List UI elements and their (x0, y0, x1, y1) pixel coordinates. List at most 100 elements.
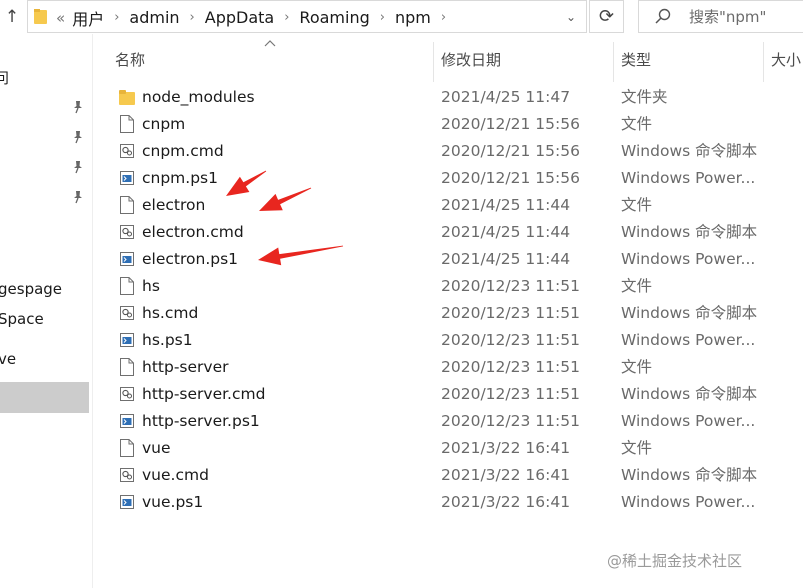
file-row[interactable]: vue 2021/3/22 16:41 文件 (92, 435, 803, 462)
refresh-button[interactable]: ⟳ (589, 0, 624, 33)
file-name[interactable]: http-server (142, 354, 228, 381)
pin-icon[interactable] (71, 190, 85, 204)
file-row[interactable]: hs 2020/12/23 11:51 文件 (92, 273, 803, 300)
powershell-script-icon (119, 330, 135, 350)
file-date: 2020/12/23 11:51 (441, 385, 580, 403)
file-type: Windows 命令脚本 (621, 385, 758, 403)
file-date: 2021/4/25 11:44 (441, 196, 571, 214)
file-date: 2021/4/25 11:44 (441, 250, 571, 268)
column-divider[interactable] (613, 42, 614, 82)
address-bar[interactable]: « 用户 › admin › AppData › Roaming › npm ›… (27, 0, 587, 33)
file-type: Windows Power... (621, 250, 756, 268)
file-row[interactable]: cnpm.ps1 2020/12/21 15:56 Windows Power... (92, 165, 803, 192)
breadcrumb-item-roaming[interactable]: Roaming (299, 8, 369, 27)
pin-icon[interactable] (71, 130, 85, 144)
file-date: 2021/3/22 16:41 (441, 466, 571, 484)
file-name[interactable]: vue.cmd (142, 462, 209, 489)
search-placeholder: 搜索"npm" (689, 8, 767, 26)
pin-icon[interactable] (71, 100, 85, 114)
file-row[interactable]: cnpm.cmd 2020/12/21 15:56 Windows 命令脚本 (92, 138, 803, 165)
file-row[interactable]: vue.cmd 2021/3/22 16:41 Windows 命令脚本 (92, 462, 803, 489)
file-name[interactable]: http-server.cmd (142, 381, 265, 408)
file-date: 2021/3/22 16:41 (441, 493, 571, 511)
file-name[interactable]: vue.ps1 (142, 489, 203, 516)
breadcrumb-separator[interactable]: › (380, 10, 385, 25)
column-divider[interactable] (763, 42, 764, 82)
cmd-script-icon (119, 141, 135, 161)
file-name[interactable]: http-server.ps1 (142, 408, 260, 435)
chevron-down-icon[interactable]: ⌄ (564, 9, 578, 25)
breadcrumb-separator[interactable]: › (284, 10, 289, 25)
file-type: 文件 (621, 358, 653, 376)
file-name[interactable]: hs.cmd (142, 300, 198, 327)
file-row[interactable]: http-server.cmd 2020/12/23 11:51 Windows 命… (92, 381, 803, 408)
powershell-script-icon (119, 411, 135, 431)
nav-item[interactable]: ve (0, 347, 16, 371)
file-type: 文件 (621, 196, 653, 214)
file-row[interactable]: hs.ps1 2020/12/23 11:51 Windows Power... (92, 327, 803, 354)
pin-icon[interactable] (71, 160, 85, 174)
file-row[interactable]: http-server.ps1 2020/12/23 11:51 Windows P… (92, 408, 803, 435)
file-name[interactable]: cnpm.cmd (142, 138, 224, 165)
file-name[interactable]: cnpm.ps1 (142, 165, 218, 192)
address-toolbar: ↑ « 用户 › admin › AppData › Roaming › npm… (0, 0, 803, 34)
breadcrumb-item-admin[interactable]: admin (129, 8, 179, 27)
search-icon (655, 8, 671, 24)
cmd-script-icon (119, 222, 135, 242)
column-divider[interactable] (433, 42, 434, 82)
file-type: Windows Power... (621, 169, 756, 187)
folder-icon (119, 87, 135, 107)
breadcrumb-overflow[interactable]: « (56, 9, 65, 27)
search-input[interactable]: 搜索"npm" (638, 0, 803, 33)
nav-item[interactable]: gespage (0, 277, 62, 301)
column-header-type[interactable]: 类型 (621, 48, 651, 72)
breadcrumb-item-users[interactable]: 用户 (72, 6, 104, 30)
file-icon (119, 357, 135, 377)
sort-ascending-icon (264, 40, 276, 47)
powershell-script-icon (119, 168, 135, 188)
file-type: 文件 (621, 277, 653, 295)
file-date: 2020/12/21 15:56 (441, 115, 580, 133)
file-date: 2020/12/23 11:51 (441, 358, 580, 376)
file-name[interactable]: hs.ps1 (142, 327, 193, 354)
nav-item[interactable]: 问 (0, 66, 9, 90)
file-row[interactable]: electron.ps1 2021/4/25 11:44 Windows Power… (92, 246, 803, 273)
file-row[interactable]: http-server 2020/12/23 11:51 文件 (92, 354, 803, 381)
file-type: 文件夹 (621, 88, 668, 106)
file-row[interactable]: cnpm 2020/12/21 15:56 文件 (92, 111, 803, 138)
file-row[interactable]: electron.cmd 2021/4/25 11:44 Windows 命令脚本 (92, 219, 803, 246)
file-row[interactable]: vue.ps1 2021/3/22 16:41 Windows Power... (92, 489, 803, 516)
file-date: 2020/12/23 11:51 (441, 277, 580, 295)
file-date: 2021/4/25 11:44 (441, 223, 571, 241)
nav-item-selected[interactable] (0, 382, 89, 413)
breadcrumb: « 用户 › admin › AppData › Roaming › npm › (56, 1, 456, 34)
file-date: 2020/12/23 11:51 (441, 304, 580, 322)
column-header-date[interactable]: 修改日期 (441, 48, 501, 72)
file-date: 2021/4/25 11:47 (441, 88, 571, 106)
file-name[interactable]: cnpm (142, 111, 185, 138)
file-type: Windows Power... (621, 331, 756, 349)
file-type: Windows 命令脚本 (621, 304, 758, 322)
file-name[interactable]: node_modules (142, 84, 255, 111)
file-icon (119, 114, 135, 134)
file-name[interactable]: electron (142, 192, 205, 219)
breadcrumb-item-npm[interactable]: npm (395, 8, 431, 27)
breadcrumb-separator[interactable]: › (190, 10, 195, 25)
column-header-size[interactable]: 大小 (771, 48, 801, 72)
breadcrumb-item-appdata[interactable]: AppData (205, 8, 274, 27)
file-name[interactable]: hs (142, 273, 160, 300)
file-row[interactable]: electron 2021/4/25 11:44 文件 (92, 192, 803, 219)
breadcrumb-separator[interactable]: › (441, 10, 446, 25)
file-name[interactable]: electron.cmd (142, 219, 244, 246)
column-header-name[interactable]: 名称 (115, 48, 145, 72)
file-icon (119, 195, 135, 215)
cmd-script-icon (119, 384, 135, 404)
up-arrow-icon[interactable]: ↑ (3, 6, 21, 28)
cmd-script-icon (119, 303, 135, 323)
file-name[interactable]: electron.ps1 (142, 246, 238, 273)
nav-item[interactable]: Space (0, 307, 44, 331)
breadcrumb-separator[interactable]: › (114, 10, 119, 25)
file-name[interactable]: vue (142, 435, 171, 462)
file-row[interactable]: hs.cmd 2020/12/23 11:51 Windows 命令脚本 (92, 300, 803, 327)
file-row[interactable]: node_modules 2021/4/25 11:47 文件夹 (92, 84, 803, 111)
